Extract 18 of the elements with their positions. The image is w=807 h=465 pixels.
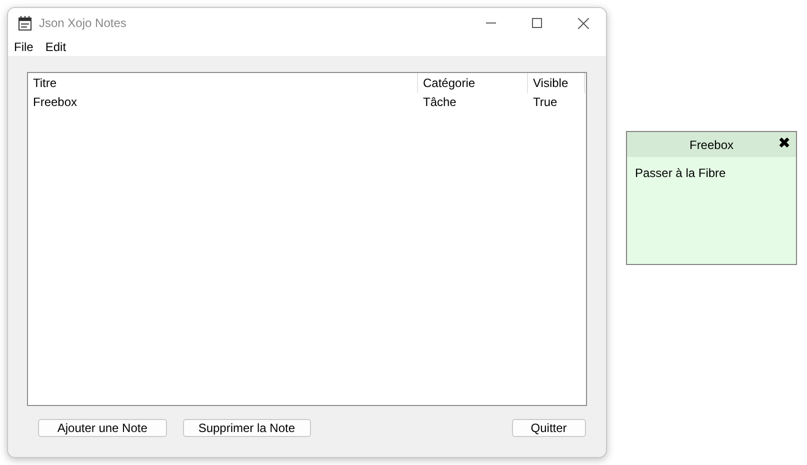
note-title: Freebox [689,136,734,154]
note-text: Passer à la Fibre [634,165,727,182]
column-header[interactable]: Catégorie [423,76,476,90]
action-button[interactable]: Ajouter une Note [38,419,167,437]
action-button[interactable]: Quitter [512,419,586,437]
close-button[interactable]: ✖ [778,135,791,153]
close-icon[interactable] [578,18,588,28]
action-button[interactable]: Supprimer la Note [182,419,311,437]
window-title: Json Xojo Notes [39,15,126,32]
column-header[interactable]: Visible [533,76,568,90]
table-cell: Tâche [423,95,456,109]
column-header[interactable]: Titre [33,76,57,90]
table-cell: True [533,95,558,109]
maximize-icon[interactable] [532,18,542,28]
menu-item[interactable]: Edit [45,38,66,56]
menu-item[interactable]: File [14,38,34,56]
notepad-icon [17,15,33,31]
table-cell: Freebox [33,95,78,109]
